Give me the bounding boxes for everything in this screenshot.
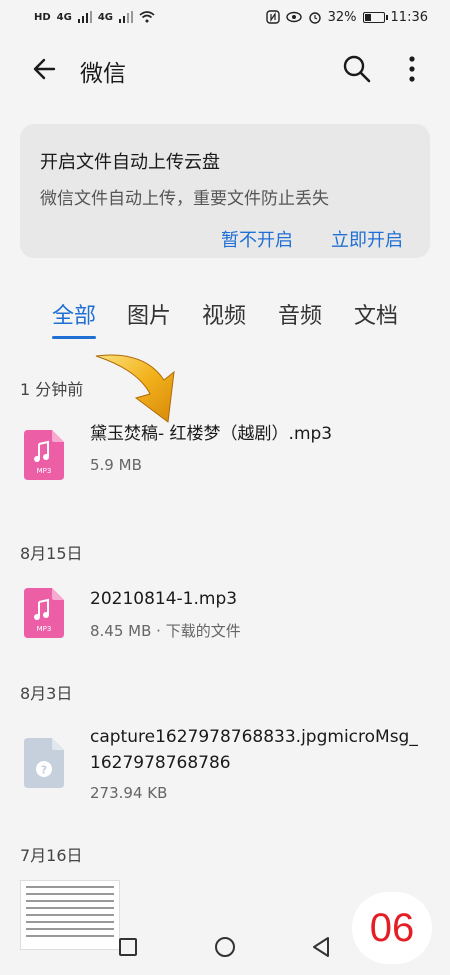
file-row[interactable]: MP3 黛玉焚稿- 红楼梦（越剧）.mp3 5.9 MB bbox=[0, 420, 450, 500]
banner-subtitle: 微信文件自动上传，重要文件防止丢失 bbox=[40, 189, 329, 209]
doc-line bbox=[26, 900, 114, 902]
file-meta: 8.45 MB · 下载的文件 bbox=[90, 622, 241, 640]
not-now-button[interactable]: 暂不开启 bbox=[221, 226, 293, 252]
wifi-icon bbox=[139, 11, 155, 23]
battery-fill bbox=[364, 13, 371, 21]
cloud-upload-banner: 开启文件自动上传云盘 微信文件自动上传，重要文件防止丢失 暂不开启 立即开启 bbox=[20, 124, 430, 258]
clock-time: 11:36 bbox=[390, 9, 428, 25]
doc-line bbox=[26, 893, 114, 895]
doc-line bbox=[26, 886, 114, 888]
page-title: 微信 bbox=[80, 61, 126, 87]
home-button[interactable] bbox=[212, 934, 238, 960]
battery-percent: 32% bbox=[327, 9, 357, 25]
file-row[interactable]: MP3 20210814-1.mp3 8.45 MB · 下载的文件 bbox=[0, 584, 450, 654]
more-options-button[interactable] bbox=[398, 52, 426, 86]
tab-documents[interactable]: 文档 bbox=[354, 298, 398, 330]
more-vertical-icon bbox=[409, 56, 415, 82]
unknown-file-icon: ? bbox=[24, 738, 64, 788]
section-header-recent: 1 分钟前 bbox=[20, 380, 84, 399]
mp3-icon-label: MP3 bbox=[37, 625, 52, 633]
doc-line bbox=[26, 914, 114, 916]
app-bar: 微信 bbox=[0, 42, 450, 98]
back-nav-button[interactable] bbox=[308, 934, 334, 960]
section-header-aug15: 8月15日 bbox=[20, 544, 83, 563]
status-right: 32% 11:36 bbox=[265, 9, 428, 25]
signal-4g-badge-2: 4G bbox=[97, 11, 114, 23]
search-button[interactable] bbox=[340, 52, 374, 86]
arrow-left-icon bbox=[33, 58, 56, 80]
page-number-badge: 06 bbox=[352, 892, 432, 964]
triangle-back-icon bbox=[313, 937, 329, 957]
square-icon bbox=[119, 938, 137, 956]
file-meta: 273.94 KB bbox=[90, 784, 168, 802]
file-name: 20210814-1.mp3 bbox=[90, 589, 238, 609]
tab-all[interactable]: 全部 bbox=[52, 298, 96, 330]
signal-bars-icon bbox=[77, 11, 92, 23]
signal-4g-badge-1: 4G bbox=[56, 11, 72, 23]
mp3-file-icon: MP3 bbox=[24, 588, 64, 638]
tab-audio[interactable]: 音频 bbox=[278, 298, 322, 330]
alarm-icon bbox=[308, 12, 321, 24]
doc-line bbox=[26, 907, 114, 909]
file-name: capture1627978768833.jpgmicroMsg_1627978… bbox=[90, 727, 418, 773]
hd-badge: HD bbox=[34, 11, 51, 23]
section-header-aug3: 8月3日 bbox=[20, 684, 73, 703]
unknown-icon-label: ? bbox=[41, 764, 47, 777]
mp3-file-icon: MP3 bbox=[24, 430, 64, 480]
pointer-arrow-icon bbox=[95, 354, 175, 423]
battery-icon bbox=[362, 11, 388, 23]
recents-button[interactable] bbox=[115, 934, 141, 960]
file-type-tabs: 全部 图片 视频 音频 文档 bbox=[0, 298, 450, 348]
section-header-jul16: 7月16日 bbox=[20, 846, 83, 865]
status-bar: HD 4G 4G 32% 11:36 bbox=[0, 0, 450, 34]
tab-images[interactable]: 图片 bbox=[127, 298, 171, 330]
mp3-icon-label: MP3 bbox=[37, 467, 52, 475]
status-left: HD 4G 4G bbox=[34, 11, 155, 23]
file-row[interactable]: ? capture1627978768833.jpgmicroMsg_16279… bbox=[0, 724, 450, 814]
circle-icon bbox=[215, 937, 235, 957]
enable-now-button[interactable]: 立即开启 bbox=[331, 226, 403, 252]
file-meta: 5.9 MB bbox=[90, 456, 142, 474]
tab-videos[interactable]: 视频 bbox=[202, 298, 246, 330]
signal-bars-icon-2 bbox=[119, 11, 134, 23]
nfc-icon bbox=[265, 10, 280, 24]
search-icon bbox=[343, 55, 371, 83]
banner-title: 开启文件自动上传云盘 bbox=[40, 152, 220, 173]
tab-active-indicator bbox=[52, 336, 96, 339]
eye-icon bbox=[285, 11, 302, 23]
back-button[interactable] bbox=[28, 52, 62, 86]
